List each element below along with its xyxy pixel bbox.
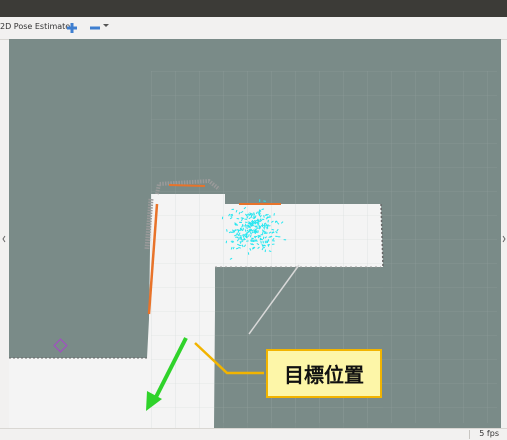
pose-marker [54, 339, 67, 352]
map-canvas[interactable] [9, 39, 501, 428]
status-bar: 5 fps [0, 428, 507, 440]
map-viewport[interactable] [9, 39, 501, 428]
status-separator [469, 430, 470, 439]
plus-icon[interactable] [65, 20, 79, 34]
goal-position-label: 目標位置 [266, 349, 382, 398]
chevron-down-icon[interactable] [103, 24, 109, 27]
left-panel-handle[interactable] [2, 228, 6, 236]
tool-toolbar: 2D Pose Estimate [0, 17, 507, 40]
obstacle-edge-top [169, 185, 205, 186]
fps-readout: 5 fps [479, 429, 499, 438]
right-panel-handle[interactable] [502, 228, 506, 236]
minus-icon[interactable] [88, 20, 102, 34]
pose-estimate-tool[interactable]: 2D Pose Estimate [0, 22, 70, 31]
window-titlebar [0, 0, 507, 17]
